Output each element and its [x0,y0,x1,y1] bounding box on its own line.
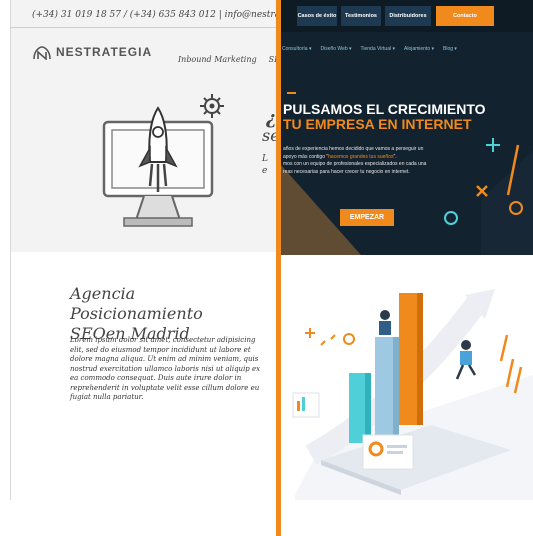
hero-copy: años de experiencia hemos decidido que v… [283,146,458,176]
growth-illustration [281,255,533,500]
testimonios-button[interactable]: Testimonios [341,6,381,26]
hero-copy-line2: apoyo más contigo "hacemos grandes tus s… [283,154,458,162]
nav-item-tienda-virtual[interactable]: Tienda Virtual ▾ [361,46,395,52]
nav-item-diseno-web[interactable]: Diseño Web ▾ [320,46,351,52]
sketch-hero-text-2: e [262,166,268,176]
divider [10,27,280,28]
sketch-frame-border [10,0,11,500]
nav-item-consultoria[interactable]: Consultoría ▾ [282,46,311,52]
sketch-hero-text: L [262,154,268,164]
hero-copy-highlight: hacemos grandes tus sueños [328,153,394,160]
hero-headline-accent: TU EMPRESA EN INTERNET [283,116,472,132]
nav-item-blog[interactable]: Blog ▾ [443,46,457,52]
main-nav: Consultoría ▾ Diseño Web ▾ Tienda Virtua… [282,46,457,52]
accent-dash [287,92,296,94]
gear-icon [200,94,224,118]
cross-icon [476,185,488,197]
casos-button[interactable]: Casos de éxito [297,6,337,26]
hero-headline: PULSAMOS EL CRECIMIENTO [283,101,486,117]
rocket-monitor-sketch [102,94,224,227]
hero-copy-text: apoyo más contigo " [283,153,329,160]
bar-chart-illustration [292,289,533,500]
sketch-nav-item-inbound[interactable]: Inbound Marketing [178,55,257,64]
nav-item-alojamiento[interactable]: Alojamiento ▾ [404,46,434,52]
plus-icon [486,138,500,152]
hero-copy-line1: años de experiencia hemos decidido que v… [283,146,424,152]
section-title-line1: Agencia Posicionamiento [70,284,203,323]
hero-copy-line4: reas necesarias para hacer crecer tu neg… [283,168,410,175]
hero-copy-end: ". [393,153,397,160]
logo-text: NESTRATEGIA [56,45,153,59]
section-body-text: Lorem ipsum dolor sit amet, consectetur … [70,336,261,401]
distribuidores-button[interactable]: Distribuidores [385,6,431,26]
contacto-button[interactable]: Contacto [436,6,494,26]
hero-copy-line3: mos con un equipo de profesionales espec… [283,161,427,167]
empezar-button[interactable]: EMPEZAR [340,209,394,226]
logo-mark-icon [33,46,51,60]
logo[interactable]: NESTRATEGIA [32,44,152,60]
section-title: Agencia Posicionamiento SEOen Madrid [70,284,270,344]
